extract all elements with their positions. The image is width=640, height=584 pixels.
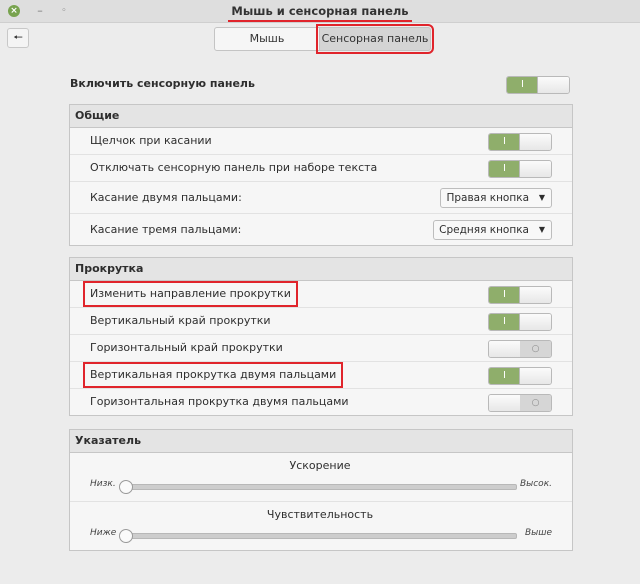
setting-row: Отключать сенсорную панель при наборе те… bbox=[70, 155, 572, 182]
reverse-scrolling-label: Изменить направление прокрутки bbox=[83, 281, 298, 307]
tap-to-click-switch[interactable]: I bbox=[488, 133, 552, 151]
disable-while-typing-label: Отключать сенсорную панель при наборе те… bbox=[90, 161, 378, 174]
back-button[interactable]: 🠔 bbox=[7, 28, 29, 48]
acceleration-slider-handle[interactable] bbox=[119, 480, 133, 494]
window-title: Мышь и сенсорная панель bbox=[0, 4, 640, 22]
acceleration-title: Ускорение bbox=[289, 459, 351, 472]
setting-row: Вертикальная прокрутка двумя пальцами I bbox=[70, 362, 572, 389]
acceleration-max-label: Высок. bbox=[519, 479, 552, 489]
tap-to-click-label: Щелчок при касании bbox=[90, 134, 212, 147]
setting-row: Изменить направление прокрутки I bbox=[70, 281, 572, 308]
section-header-general: Общие bbox=[70, 105, 572, 128]
two-finger-click-label: Касание двумя пальцами: bbox=[90, 191, 242, 204]
enable-touchpad-row: Включить сенсорную панель I bbox=[70, 76, 570, 94]
horizontal-edge-scrolling-label: Горизонтальный край прокрутки bbox=[90, 341, 283, 354]
title-bar: × – ◦ Мышь и сенсорная панель bbox=[0, 0, 640, 23]
back-arrow-icon: 🠔 bbox=[13, 31, 23, 44]
setting-row: Касание двумя пальцами: Правая кнопка ▼ bbox=[70, 182, 572, 214]
acceleration-slider[interactable] bbox=[119, 480, 517, 494]
vertical-edge-scrolling-label: Вертикальный край прокрутки bbox=[90, 314, 271, 327]
vertical-edge-scrolling-switch[interactable]: I bbox=[488, 313, 552, 331]
tab-bar: Мышь Сенсорная панель bbox=[214, 24, 434, 54]
pointer-section: Указатель Ускорение Низк. Высок. Чувстви… bbox=[69, 429, 573, 551]
setting-row: Касание тремя пальцами: Средняя кнопка ▼ bbox=[70, 214, 572, 245]
sensitivity-max-label: Выше bbox=[524, 528, 552, 538]
section-header-scrolling: Прокрутка bbox=[70, 258, 572, 281]
horizontal-edge-scrolling-switch[interactable]: ○ bbox=[488, 340, 552, 358]
setting-row: Горизонтальная прокрутка двумя пальцами … bbox=[70, 389, 572, 415]
reverse-scrolling-switch[interactable]: I bbox=[488, 286, 552, 304]
horizontal-two-finger-scrolling-switch[interactable]: ○ bbox=[488, 394, 552, 412]
sensitivity-min-label: Ниже bbox=[90, 528, 117, 538]
setting-row: Вертикальный край прокрутки I bbox=[70, 308, 572, 335]
sensitivity-title: Чувствительность bbox=[266, 508, 374, 521]
vertical-two-finger-scrolling-label: Вертикальная прокрутка двумя пальцами bbox=[82, 362, 344, 388]
setting-row: Горизонтальный край прокрутки ○ bbox=[70, 335, 572, 362]
tab-touchpad[interactable]: Сенсорная панель bbox=[316, 24, 434, 54]
enable-touchpad-label: Включить сенсорную панель bbox=[70, 77, 255, 90]
scrolling-section: Прокрутка Изменить направление прокрутки… bbox=[69, 257, 573, 416]
three-finger-click-label: Касание тремя пальцами: bbox=[90, 223, 242, 236]
disable-while-typing-switch[interactable]: I bbox=[488, 160, 552, 178]
general-section: Общие Щелчок при касании I Отключать сен… bbox=[69, 104, 573, 246]
setting-row: Щелчок при касании I bbox=[70, 128, 572, 155]
horizontal-two-finger-scrolling-label: Горизонтальная прокрутка двумя пальцами bbox=[90, 395, 349, 408]
acceleration-min-label: Низк. bbox=[90, 479, 116, 489]
dropdown-caret-icon: ▼ bbox=[538, 193, 545, 202]
acceleration-slider-block: Ускорение Низк. Высок. bbox=[70, 453, 572, 501]
vertical-two-finger-scrolling-switch[interactable]: I bbox=[488, 367, 552, 385]
tab-mouse[interactable]: Мышь bbox=[214, 27, 320, 51]
three-finger-click-dropdown[interactable]: Средняя кнопка ▼ bbox=[433, 220, 552, 240]
dropdown-caret-icon: ▼ bbox=[538, 225, 545, 234]
two-finger-click-dropdown[interactable]: Правая кнопка ▼ bbox=[440, 188, 552, 208]
sensitivity-slider-block: Чувствительность Ниже Выше bbox=[70, 501, 572, 550]
sensitivity-slider-handle[interactable] bbox=[119, 529, 133, 543]
enable-touchpad-switch[interactable]: I bbox=[506, 76, 570, 94]
sensitivity-slider[interactable] bbox=[119, 529, 517, 543]
section-header-pointer: Указатель bbox=[70, 430, 572, 453]
